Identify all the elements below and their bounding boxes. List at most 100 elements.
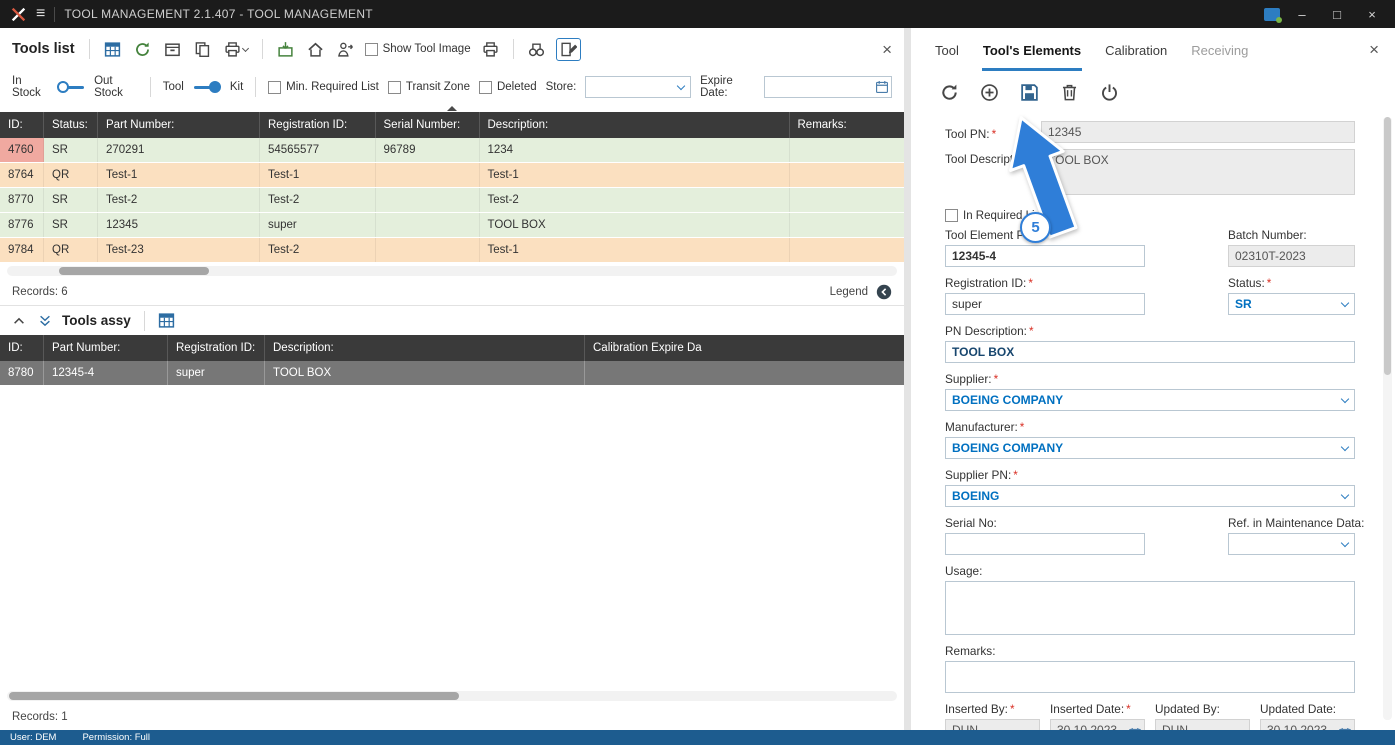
close-button[interactable]: ×: [1359, 7, 1385, 22]
legend-label: Legend: [830, 286, 868, 298]
column-header-id[interactable]: ID:: [0, 335, 44, 361]
field-row-tool-description: Tool Description:* TOOL BOX: [945, 149, 1355, 195]
user-export-button[interactable]: [335, 39, 356, 60]
deleted-checkbox[interactable]: Deleted: [479, 81, 537, 94]
restore-button[interactable]: □: [1324, 7, 1350, 22]
cell-remarks: [790, 213, 905, 237]
window-title: TOOL MANAGEMENT 2.1.407 - TOOL MANAGEMEN…: [64, 7, 373, 21]
checkbox-box: [479, 81, 492, 94]
column-header-calibration-expire[interactable]: Calibration Expire Da: [585, 335, 904, 361]
print-button[interactable]: [222, 39, 250, 60]
serial-no-input[interactable]: [945, 533, 1145, 555]
column-header-serial-number[interactable]: Serial Number:: [376, 112, 480, 138]
grid-export-button[interactable]: [102, 39, 123, 60]
edit-button-active[interactable]: [556, 38, 581, 61]
calendar-icon[interactable]: [875, 80, 889, 94]
tool-kit-toggle[interactable]: [193, 81, 221, 93]
tab-tool[interactable]: Tool: [934, 28, 960, 71]
cell-id: 8776: [0, 213, 44, 237]
checkbox-box: [945, 209, 958, 222]
cell-remarks: [790, 138, 905, 162]
search-button[interactable]: [526, 39, 547, 60]
remarks-input[interactable]: [945, 661, 1355, 693]
table-row[interactable]: 8764 QR Test-1 Test-1 Test-1: [0, 163, 904, 188]
deactivate-button[interactable]: [1098, 81, 1121, 104]
column-header-registration-id[interactable]: Registration ID:: [168, 335, 265, 361]
supplier-select[interactable]: BOEING COMPANY: [945, 389, 1355, 411]
tab-calibration[interactable]: Calibration: [1104, 28, 1168, 71]
supplier-pn-select[interactable]: BOEING: [945, 485, 1355, 507]
column-header-status[interactable]: Status:: [44, 112, 98, 138]
save-button[interactable]: [1018, 81, 1041, 104]
scrollbar-thumb[interactable]: [1384, 117, 1391, 375]
collapse-button[interactable]: [10, 312, 28, 330]
tools-list-panel: Tools list Show Tool Image × In Stock: [0, 28, 911, 730]
detail-close-icon[interactable]: ×: [1369, 41, 1379, 58]
column-header-id[interactable]: ID:: [0, 112, 44, 138]
tab-tools-elements[interactable]: Tool's Elements: [982, 28, 1082, 71]
add-button[interactable]: [978, 81, 1001, 104]
expand-all-button[interactable]: [36, 312, 54, 330]
legend-toggle-icon[interactable]: [876, 284, 892, 300]
splitter-handle[interactable]: [0, 104, 904, 112]
min-required-checkbox[interactable]: Min. Required List: [268, 81, 379, 94]
registration-id-input[interactable]: [945, 293, 1145, 315]
detail-toolbar: [918, 71, 1395, 113]
store-select[interactable]: [585, 76, 691, 98]
batch-number-label: Batch Number:: [1228, 228, 1355, 242]
cell-id: 8780: [0, 361, 44, 385]
cell-id: 9784: [0, 238, 44, 262]
ref-maintenance-select[interactable]: [1228, 533, 1355, 555]
cell-remarks: [790, 163, 905, 187]
archive-button[interactable]: [162, 39, 183, 60]
scrollbar-thumb[interactable]: [59, 267, 209, 275]
table-row[interactable]: 8770 SR Test-2 Test-2 Test-2: [0, 188, 904, 213]
column-header-registration-id[interactable]: Registration ID:: [260, 112, 376, 138]
refresh-button[interactable]: [938, 81, 961, 104]
table-row[interactable]: 8776 SR 12345 super TOOL BOX: [0, 213, 904, 238]
manufacturer-select[interactable]: BOEING COMPANY: [945, 437, 1355, 459]
cell-remarks: [790, 238, 905, 262]
cell-registration-id: super: [168, 361, 265, 385]
column-header-part-number[interactable]: Part Number:: [44, 335, 168, 361]
refresh-button[interactable]: [132, 39, 153, 60]
usage-input[interactable]: [945, 581, 1355, 635]
delete-button[interactable]: [1058, 81, 1081, 104]
cell-part-number: 270291: [98, 138, 260, 162]
stock-toggle[interactable]: [57, 81, 85, 93]
scrollbar-thumb[interactable]: [9, 692, 459, 700]
cell-description: Test-1: [480, 163, 790, 187]
column-header-description[interactable]: Description:: [265, 335, 585, 361]
transit-zone-checkbox[interactable]: Transit Zone: [388, 81, 470, 94]
in-required-list-checkbox[interactable]: In Required List: [945, 209, 1355, 222]
status-select[interactable]: SR: [1228, 293, 1355, 315]
pn-description-input[interactable]: [945, 341, 1355, 363]
import-button[interactable]: [275, 39, 296, 60]
column-header-description[interactable]: Description:: [480, 112, 790, 138]
home-button[interactable]: [305, 39, 326, 60]
minimize-button[interactable]: –: [1289, 7, 1315, 22]
tools-list-close-icon[interactable]: ×: [882, 41, 892, 58]
import-icon: [277, 41, 294, 58]
home-icon: [307, 41, 324, 58]
table-row[interactable]: 9784 QR Test-23 Test-2 Test-1: [0, 238, 904, 263]
deleted-label: Deleted: [497, 81, 537, 93]
column-header-remarks[interactable]: Remarks:: [790, 112, 905, 138]
expire-date-field: [764, 76, 892, 98]
tool-element-pn-input[interactable]: [945, 245, 1145, 267]
column-header-part-number[interactable]: Part Number:: [98, 112, 260, 138]
expire-date-label: Expire Date:: [700, 75, 755, 99]
app-logo-icon: [10, 6, 27, 23]
supplier-label: Supplier:*: [945, 372, 1355, 386]
expire-date-input[interactable]: [764, 76, 892, 98]
menu-icon[interactable]: ≡: [36, 5, 45, 23]
show-tool-image-checkbox[interactable]: Show Tool Image: [365, 43, 471, 56]
table-row[interactable]: 4760 SR 270291 54565577 96789 1234: [0, 138, 904, 163]
copy-button[interactable]: [192, 39, 213, 60]
pn-description-label: PN Description:*: [945, 324, 1355, 338]
print-image-button[interactable]: [480, 39, 501, 60]
assy-grid-button[interactable]: [156, 310, 177, 331]
tray-icon[interactable]: [1264, 8, 1280, 21]
tools-list-toolbar: Tools list Show Tool Image ×: [0, 28, 904, 70]
table-row-selected[interactable]: 8780 12345-4 super TOOL BOX: [0, 361, 904, 386]
